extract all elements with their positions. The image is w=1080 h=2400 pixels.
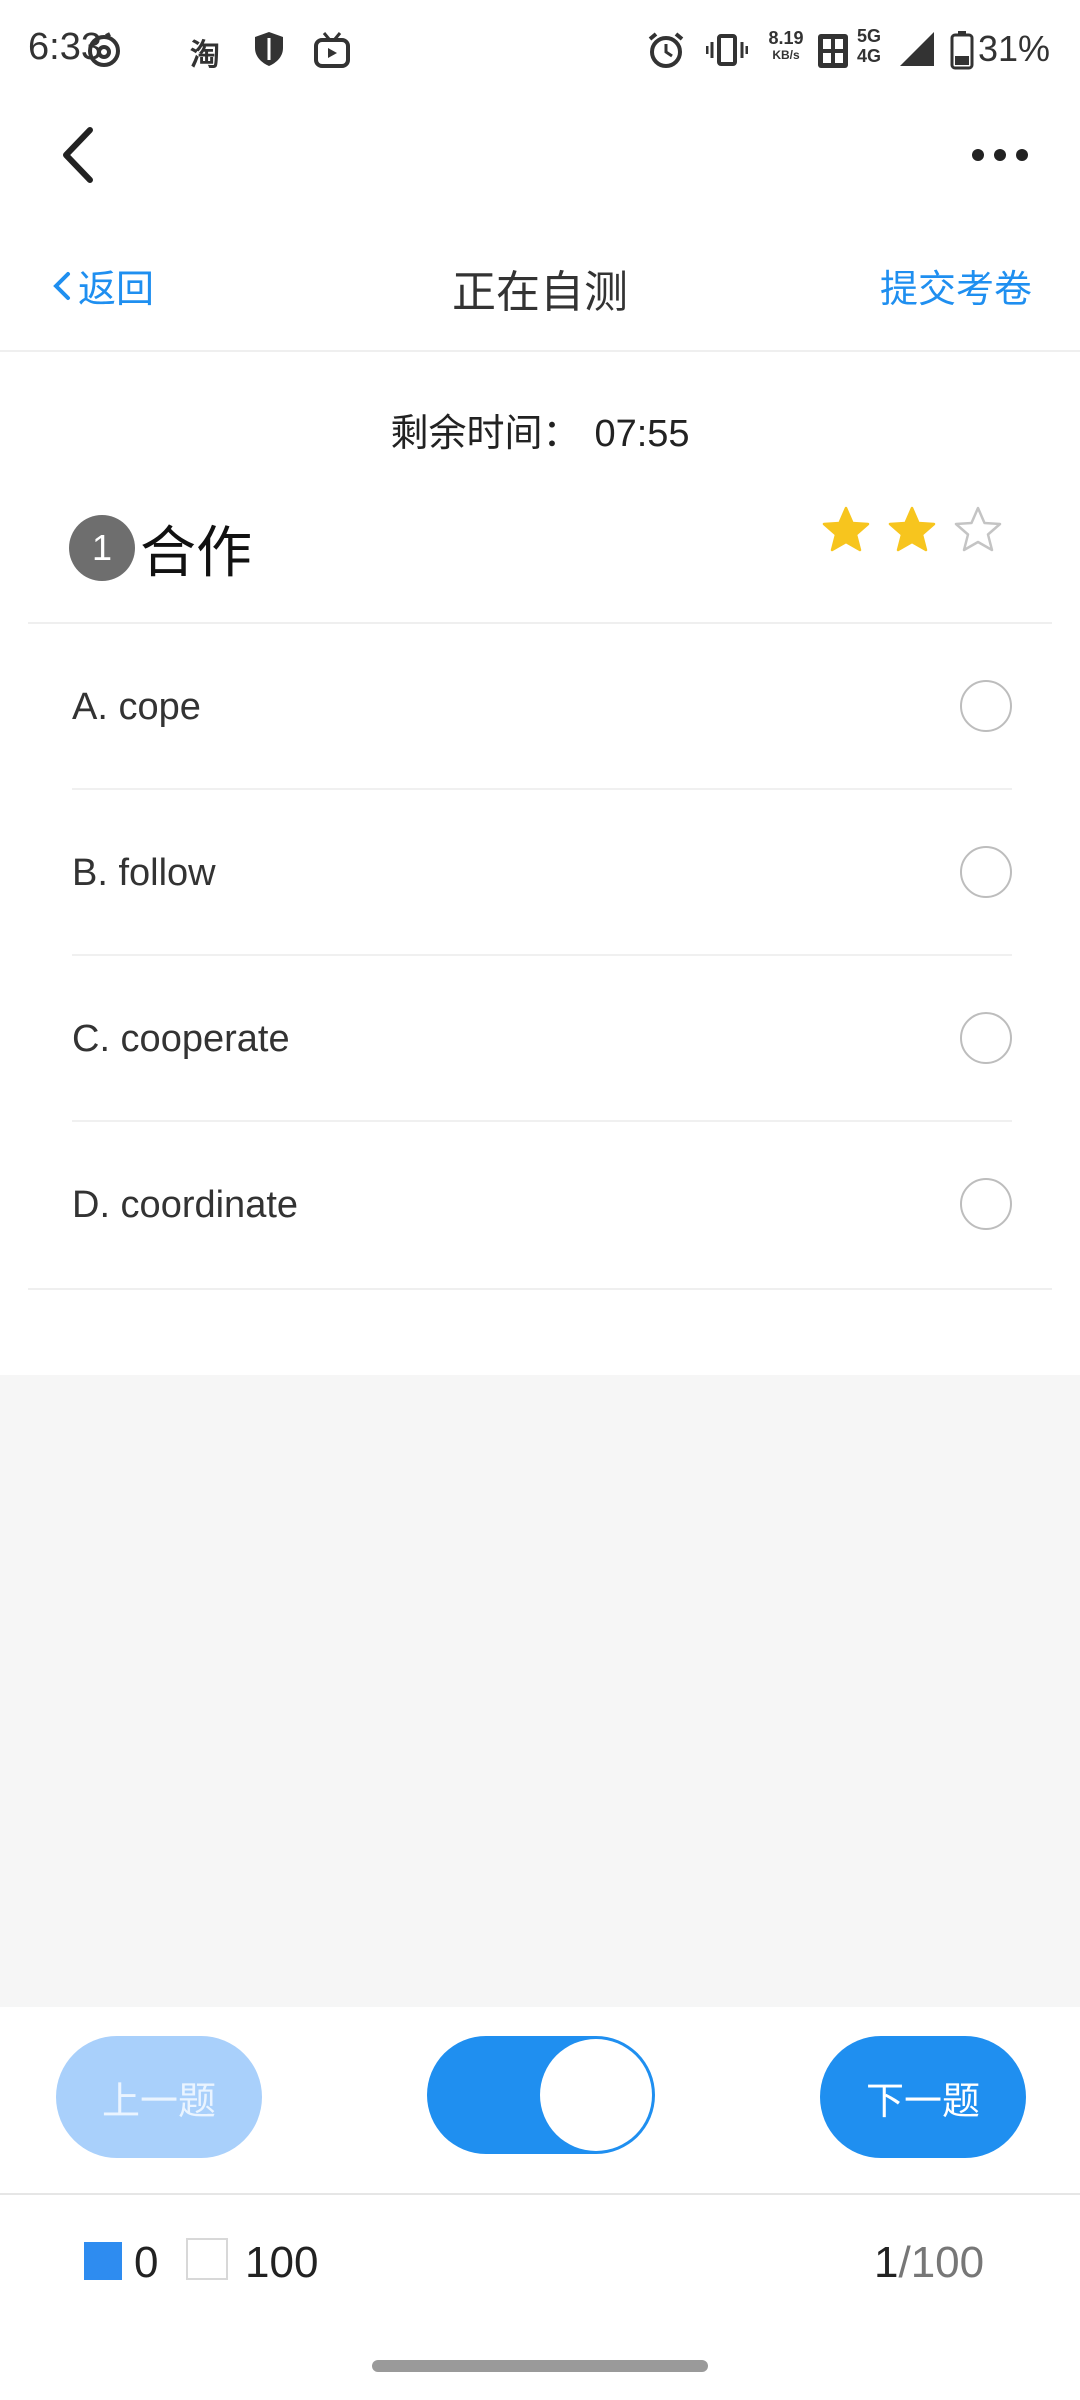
unanswered-count: 100	[245, 2238, 319, 2287]
option-label: C. cooperate	[72, 1018, 290, 1060]
next-question-button[interactable]: 下一题	[820, 2036, 1026, 2158]
option-label: B. follow	[72, 852, 216, 894]
option-label: A. cope	[72, 686, 201, 728]
empty-content-area	[0, 1375, 1080, 2007]
vibrate-icon	[705, 30, 749, 70]
mode-toggle-switch[interactable]	[427, 2036, 655, 2154]
timer-value: 07:55	[594, 413, 690, 455]
current-question-number: 1	[874, 2238, 899, 2287]
radio-button[interactable]	[960, 1012, 1012, 1064]
network-speed: 8.19 KB/s	[768, 28, 804, 62]
star-empty-icon	[954, 506, 1002, 552]
previous-question-button[interactable]: 上一题	[56, 2036, 262, 2158]
star-filled-icon	[888, 506, 936, 552]
more-options-icon[interactable]	[970, 140, 1030, 170]
shield-icon	[252, 30, 286, 70]
radio-button[interactable]	[960, 846, 1012, 898]
option-c[interactable]: C. cooperate	[72, 956, 1012, 1122]
divider	[28, 1288, 1052, 1290]
timer-label: 剩余时间：	[390, 413, 581, 455]
countdown-timer: 剩余时间： 07:55	[0, 402, 1080, 457]
sim-card-icon	[816, 30, 850, 70]
total-questions: /100	[898, 2238, 985, 2287]
network-type: 5G 4G	[857, 26, 882, 66]
answered-count: 0	[134, 2238, 159, 2287]
back-arrow-icon[interactable]	[54, 120, 104, 190]
radio-button[interactable]	[960, 680, 1012, 732]
option-b[interactable]: B. follow	[72, 790, 1012, 956]
home-indicator[interactable]	[372, 2360, 708, 2372]
question-text: 合作	[140, 521, 252, 584]
battery-icon	[950, 30, 974, 70]
submit-exam-button[interactable]: 提交考卷	[880, 258, 1032, 313]
netease-music-icon	[84, 30, 124, 70]
answered-legend-swatch	[84, 2242, 122, 2280]
option-d[interactable]: D. coordinate	[72, 1122, 1012, 1288]
status-bar: 6:33 淘 8.19 KB/s 5G 4G 31%	[0, 0, 1080, 100]
divider	[0, 350, 1080, 352]
radio-button[interactable]	[960, 1178, 1012, 1230]
option-a[interactable]: A. cope	[72, 624, 1012, 790]
divider	[0, 2193, 1080, 2195]
toggle-knob	[540, 2039, 652, 2151]
option-label: D. coordinate	[72, 1184, 299, 1226]
bilibili-tv-icon	[312, 30, 352, 70]
unanswered-legend-swatch	[186, 2238, 228, 2280]
star-filled-icon	[822, 506, 870, 552]
taobao-icon: 淘	[190, 39, 220, 72]
signal-icon	[898, 30, 936, 70]
alarm-icon	[646, 30, 686, 70]
battery-percent: 31%	[978, 28, 1051, 69]
question-number-badge: 1	[69, 515, 135, 581]
difficulty-stars	[820, 505, 1004, 555]
question-progress[interactable]: 1/100	[874, 2238, 984, 2288]
